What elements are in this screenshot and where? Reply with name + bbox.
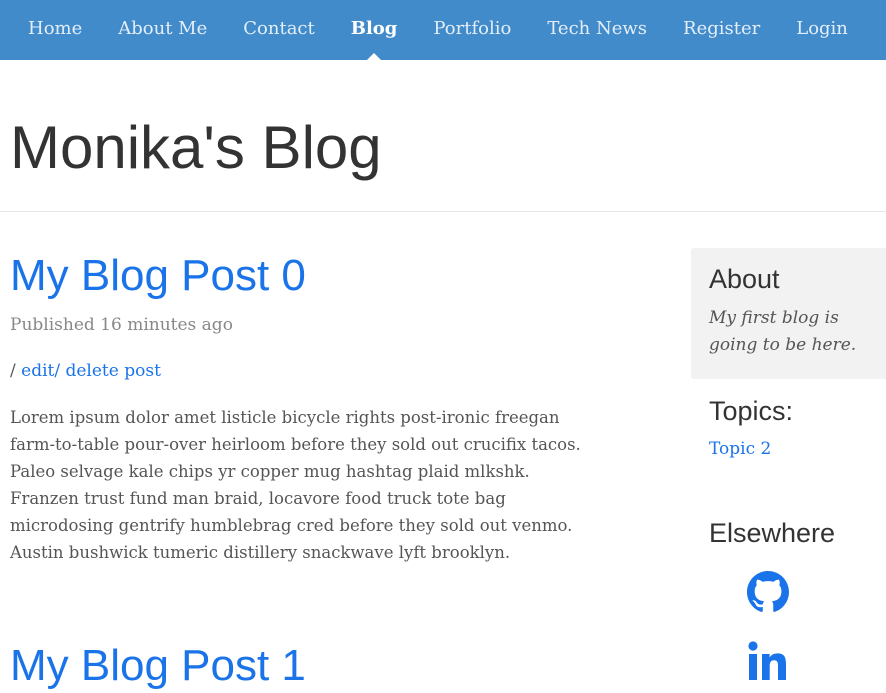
edit-post-link[interactable]: edit <box>21 361 54 381</box>
delete-post-link[interactable]: / delete post <box>54 361 161 381</box>
post-excerpt: Lorem ipsum dolor amet listicle bicycle … <box>10 407 581 562</box>
sidebar-topics: Topics: Topic 2 <box>709 396 793 459</box>
topic-link[interactable]: Topic 2 <box>709 439 793 459</box>
nav-home-link[interactable]: Home <box>0 0 100 60</box>
sidebar-elsewhere: Elsewhere <box>709 518 835 549</box>
post-title-link[interactable]: My Blog Post 1 <box>10 640 590 693</box>
actions-separator: / <box>10 360 16 381</box>
nav-tech-news-link[interactable]: Tech News <box>529 0 665 60</box>
nav-about-me-link[interactable]: About Me <box>100 0 225 60</box>
sidebar-about-box: About My first blog is going to be here. <box>691 248 886 379</box>
post-title-link[interactable]: My Blog Post 0 <box>10 250 590 303</box>
about-text: My first blog is going to be here. <box>709 308 857 355</box>
nav-contact-link[interactable]: Contact <box>225 0 332 60</box>
about-heading: About <box>709 264 780 294</box>
blog-post: My Blog Post 0 Published 16 minutes ago … <box>10 250 590 566</box>
nav-login-link[interactable]: Login <box>778 0 866 60</box>
github-icon[interactable] <box>747 571 789 613</box>
top-navbar: Home About Me Contact Blog Portfolio Tec… <box>0 0 886 60</box>
nav-portfolio-link[interactable]: Portfolio <box>415 0 529 60</box>
page-title: Monika's Blog <box>10 114 382 181</box>
topics-heading: Topics: <box>709 396 794 426</box>
post-published-date: Published 16 minutes ago <box>10 314 233 335</box>
elsewhere-heading: Elsewhere <box>709 518 836 548</box>
header-divider <box>0 211 886 212</box>
nav-blog-link[interactable]: Blog <box>333 0 416 60</box>
nav-register-link[interactable]: Register <box>665 0 778 60</box>
linkedin-icon[interactable] <box>747 640 789 682</box>
blog-post: My Blog Post 1 <box>10 640 590 693</box>
post-actions: / edit/ delete post <box>10 361 590 381</box>
